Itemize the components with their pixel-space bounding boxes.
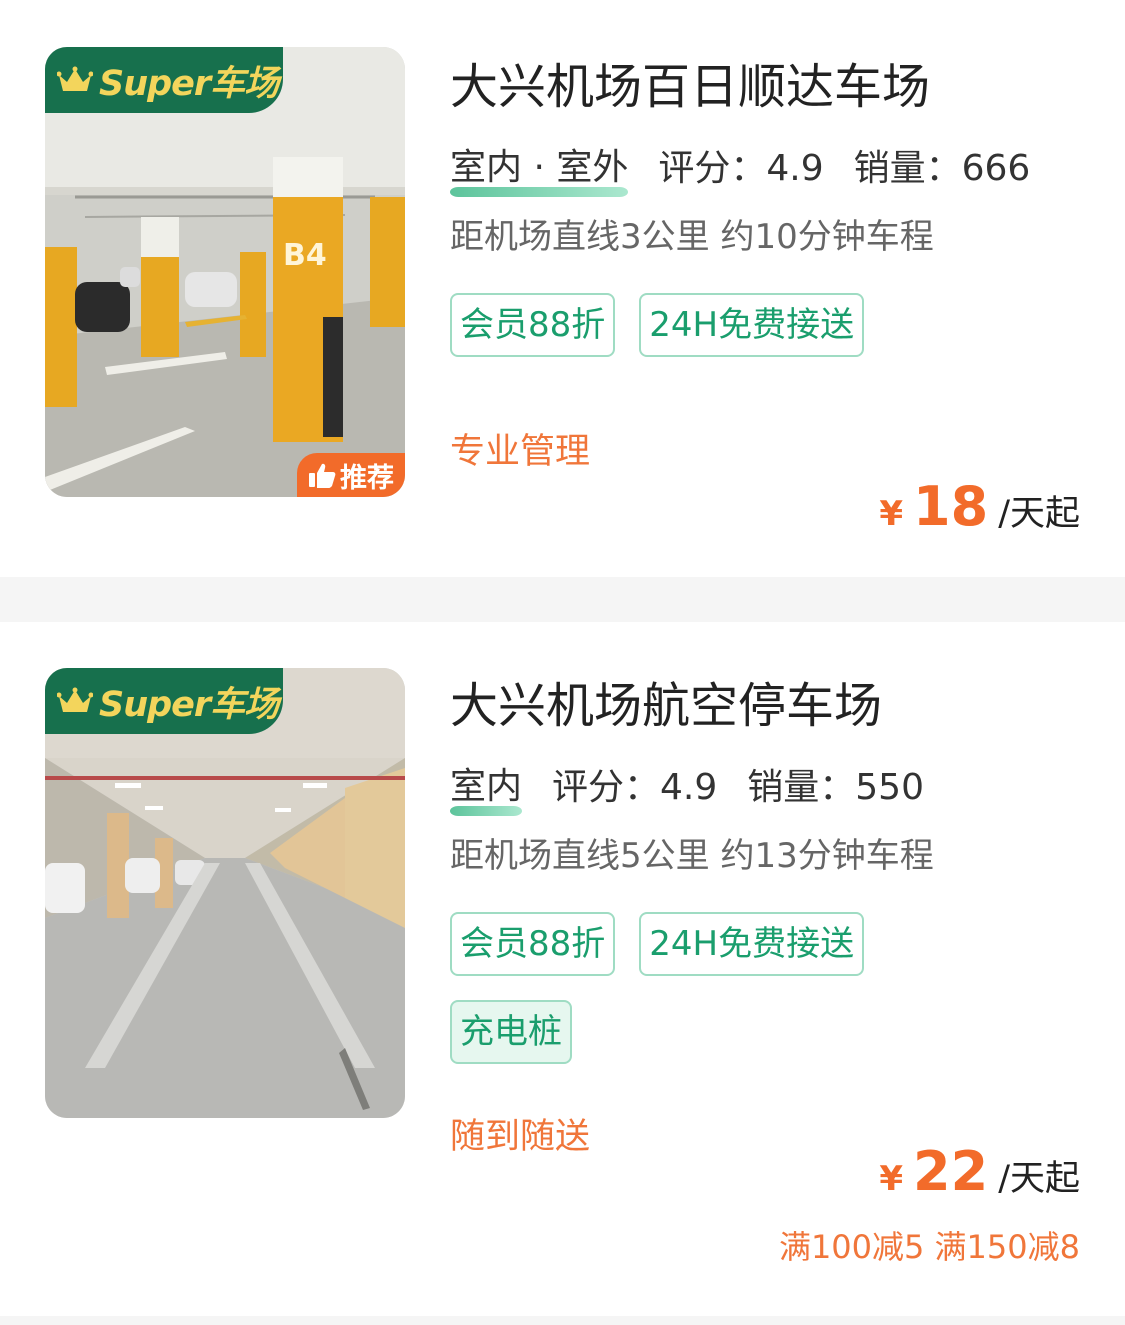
free-shuttle-tag: 24H免费接送 [639,912,865,976]
parking-card-1[interactable]: B4 Super车场 推荐 大兴机场百日顺达车场 室内 · 室外 评分：4.9 … [0,0,1125,577]
price-unit: /天起 [998,1159,1080,1199]
price-amount: 22 [913,1140,989,1203]
distance-info: 距机场直线3公里 约10分钟车程 [450,217,934,257]
parking-title[interactable]: 大兴机场航空停车场 [450,674,1080,738]
parking-type: 室内 · 室外 [450,145,629,197]
listing-info: 大兴机场航空停车场 室内 评分：4.9 销量：550 距机场直线5公里 约13分… [450,674,1080,1064]
parking-title[interactable]: 大兴机场百日顺达车场 [450,55,1080,119]
crown-icon [57,66,93,91]
currency-symbol: ¥ [879,1159,904,1199]
sales-count: 销量：666 [853,148,1031,189]
price-amount: 18 [913,475,989,538]
rating: 评分：4.9 [658,148,824,189]
feature-tags: 会员88折 24H免费接送 充电桩 [450,912,950,1064]
rating: 评分：4.9 [552,767,718,808]
free-shuttle-tag: 24H免费接送 [639,293,865,357]
super-parking-badge: Super车场 [45,47,283,113]
currency-symbol: ¥ [879,494,904,534]
recommend-label: 推荐 [340,462,394,494]
price: ¥ 18 /天起 [879,475,1080,538]
service-slogan: 随到随送 [450,1117,591,1157]
parking-photo[interactable]: Super车场 [45,668,405,1118]
recommend-tag: 推荐 [297,453,405,497]
super-parking-badge: Super车场 [45,668,283,734]
price-unit: /天起 [998,494,1080,534]
svg-text:B4: B4 [283,238,327,273]
parking-card-2[interactable]: Super车场 大兴机场航空停车场 室内 评分：4.9 销量：550 距机场直线… [0,622,1125,1316]
listing-info: 大兴机场百日顺达车场 室内 · 室外 评分：4.9 销量：666 距机场直线3公… [450,55,1080,357]
member-discount-tag: 会员88折 [450,293,616,357]
charging-pile-tag: 充电桩 [450,1000,572,1064]
super-badge-label: Super车场 [99,684,279,725]
listing-meta: 室内 · 室外 评分：4.9 销量：666 [450,145,1080,197]
crown-icon [57,687,93,712]
thumbs-up-icon [309,463,336,488]
feature-tags: 会员88折 24H免费接送 [450,293,950,357]
service-slogan: 专业管理 [450,432,591,472]
discount-offer: 满100减5 满150减8 [778,1228,1080,1266]
super-badge-label: Super车场 [99,63,279,104]
price: ¥ 22 /天起 [879,1140,1080,1203]
parking-photo[interactable]: B4 Super车场 推荐 [45,47,405,497]
member-discount-tag: 会员88折 [450,912,616,976]
listing-meta: 室内 评分：4.9 销量：550 [450,764,1080,816]
distance-info: 距机场直线5公里 约13分钟车程 [450,836,934,876]
parking-garage-image [45,668,405,1118]
parking-type: 室内 [450,764,523,816]
sales-count: 销量：550 [747,767,924,808]
parking-garage-image: B4 [45,47,405,497]
